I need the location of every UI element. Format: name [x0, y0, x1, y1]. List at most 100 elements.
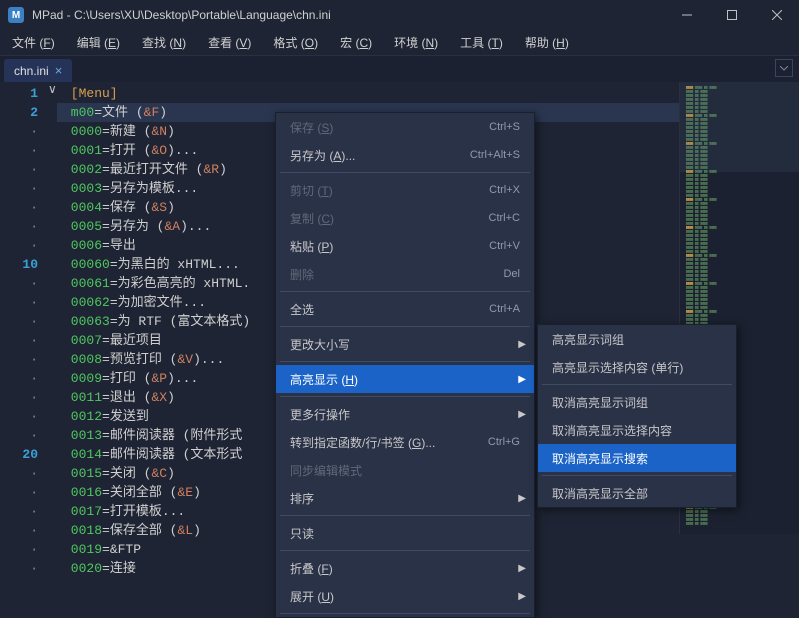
line-number: 20 [0, 445, 38, 464]
minimap-line: ████ ██ ████ [686, 522, 793, 526]
menu-item[interactable]: 帮助 (H) [525, 34, 569, 51]
menu-item[interactable]: 查看 (V) [208, 34, 251, 51]
menu-item: 保存 (S)Ctrl+S [276, 113, 534, 141]
menu-separator [280, 172, 530, 173]
menu-shortcut: Ctrl+V [489, 240, 520, 252]
menu-item[interactable]: 工具 (T) [460, 34, 503, 51]
app-icon: M [8, 7, 24, 23]
line-number: · [0, 502, 38, 521]
menu-item-label: 删除 [290, 266, 503, 283]
menu-item-label: 高亮显示选择内容 (单行) [552, 359, 722, 376]
menu-item[interactable]: 取消高亮显示全部 [538, 479, 736, 507]
menu-item-label: 全选 [290, 301, 489, 318]
submenu-arrow-icon: ▶ [518, 493, 526, 504]
menu-item[interactable]: 编辑 (E) [77, 34, 120, 51]
menu-item-label: 取消高亮显示词组 [552, 394, 722, 411]
menu-item-label: 另存为 (A)... [290, 147, 470, 164]
submenu-arrow-icon: ▶ [518, 374, 526, 385]
menu-item-label: 复制 (C) [290, 210, 489, 227]
menu-shortcut: Ctrl+A [489, 303, 520, 315]
line-number: 10 [0, 255, 38, 274]
menu-item[interactable]: 更改大小写▶ [276, 330, 534, 358]
menu-separator [280, 515, 530, 516]
menu-item[interactable]: 取消高亮显示搜索 [538, 444, 736, 472]
menu-item[interactable]: 展开 (U)▶ [276, 582, 534, 610]
line-number: 2 [0, 103, 38, 122]
submenu-arrow-icon: ▶ [518, 563, 526, 574]
menu-item[interactable]: 排序▶ [276, 484, 534, 512]
menu-item: 删除Del [276, 260, 534, 288]
tab-chn-ini[interactable]: chn.ini × [4, 59, 72, 82]
tab-overflow-button[interactable] [775, 59, 793, 77]
line-number: · [0, 483, 38, 502]
close-button[interactable] [754, 0, 799, 30]
line-number: · [0, 407, 38, 426]
menu-separator [280, 326, 530, 327]
menu-item[interactable]: 全选Ctrl+A [276, 295, 534, 323]
line-number: · [0, 160, 38, 179]
menu-separator [280, 550, 530, 551]
fold-icon[interactable]: ∨ [48, 82, 57, 534]
menu-item-label: 取消高亮显示搜索 [552, 450, 722, 467]
menu-separator [280, 396, 530, 397]
menu-item[interactable]: 取消高亮显示词组 [538, 388, 736, 416]
window-title: MPad - C:\Users\XU\Desktop\Portable\Lang… [32, 8, 664, 22]
menu-item[interactable]: 更多行操作▶ [276, 400, 534, 428]
menu-item[interactable]: 折叠 (F)▶ [276, 554, 534, 582]
menu-item[interactable]: 查找 (N) [142, 34, 186, 51]
menu-item[interactable]: 粘贴 (P)Ctrl+V [276, 232, 534, 260]
line-number: · [0, 198, 38, 217]
menu-item[interactable]: 格式 (O) [273, 34, 318, 51]
menu-item[interactable]: 取消高亮显示选择内容 [538, 416, 736, 444]
menu-item-label: 转到指定函数/行/书签 (G)... [290, 434, 488, 451]
menu-item[interactable]: 文件 (F) [12, 34, 55, 51]
menubar: 文件 (F) 编辑 (E) 查找 (N) 查看 (V) 格式 (O) 宏 (C) 环境 (N… [0, 30, 799, 56]
line-number: · [0, 236, 38, 255]
line-number: · [0, 388, 38, 407]
menu-item[interactable]: 只读 [276, 519, 534, 547]
menu-item[interactable]: 环境 (N) [394, 34, 438, 51]
menu-item-label: 保存 (S) [290, 119, 489, 136]
minimize-button[interactable] [664, 0, 709, 30]
submenu-arrow-icon: ▶ [518, 591, 526, 602]
menu-item: 复制 (C)Ctrl+C [276, 204, 534, 232]
line-number: · [0, 540, 38, 559]
menu-item[interactable]: 另存为 (A)...Ctrl+Alt+S [276, 141, 534, 169]
menu-item[interactable]: 高亮显示词组 [538, 325, 736, 353]
line-number: · [0, 217, 38, 236]
menu-shortcut: Ctrl+X [489, 184, 520, 196]
line-number: · [0, 426, 38, 445]
menu-separator [542, 475, 732, 476]
menu-item-label: 剪切 (T) [290, 182, 489, 199]
menu-item-label: 粘贴 (P) [290, 238, 489, 255]
line-number: · [0, 464, 38, 483]
titlebar: M MPad - C:\Users\XU\Desktop\Portable\La… [0, 0, 799, 30]
menu-item: 剪切 (T)Ctrl+X [276, 176, 534, 204]
menu-item[interactable]: 转到指定函数/行/书签 (G)...Ctrl+G [276, 428, 534, 456]
highlight-submenu: 高亮显示词组高亮显示选择内容 (单行)取消高亮显示词组取消高亮显示选择内容取消高… [537, 324, 737, 508]
code-line[interactable]: [Menu] [71, 84, 679, 103]
menu-item[interactable]: 宏 (C) [340, 34, 372, 51]
line-number: · [0, 122, 38, 141]
menu-separator [280, 361, 530, 362]
maximize-button[interactable] [709, 0, 754, 30]
menu-item-label: 取消高亮显示选择内容 [552, 422, 722, 439]
menu-shortcut: Del [503, 268, 520, 280]
menu-item-label: 折叠 (F) [290, 560, 520, 577]
line-number: · [0, 521, 38, 540]
menu-item-label: 排序 [290, 490, 520, 507]
menu-separator [542, 384, 732, 385]
tabbar: chn.ini × [0, 56, 799, 82]
minimap-viewport[interactable] [680, 82, 799, 172]
line-gutter: 12·······10·········20······ [0, 82, 48, 534]
menu-item-label: 更改大小写 [290, 336, 520, 353]
line-number: · [0, 141, 38, 160]
menu-item[interactable]: 高亮显示选择内容 (单行) [538, 353, 736, 381]
line-number: 1 [0, 84, 38, 103]
line-number: · [0, 350, 38, 369]
menu-item: 同步编辑模式 [276, 456, 534, 484]
menu-item[interactable]: 高亮显示 (H)▶ [276, 365, 534, 393]
tab-close-icon[interactable]: × [55, 63, 63, 78]
submenu-arrow-icon: ▶ [518, 339, 526, 350]
menu-shortcut: Ctrl+Alt+S [470, 149, 520, 161]
